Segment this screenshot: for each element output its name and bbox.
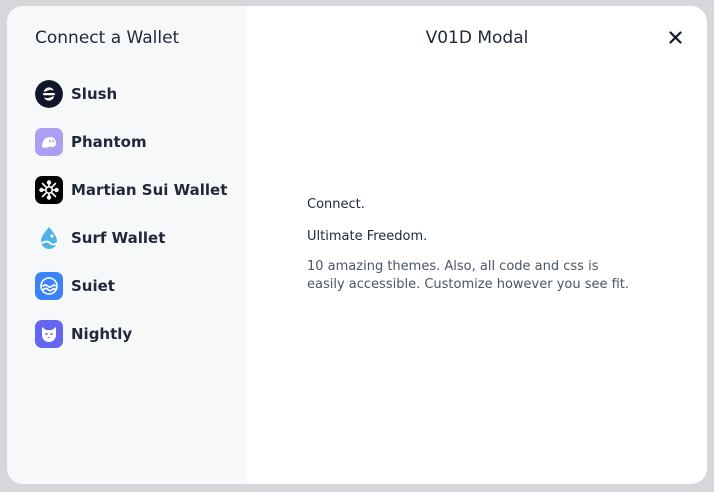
slush-icon	[35, 80, 63, 108]
martian-icon	[35, 176, 63, 204]
modal-title: V01D Modal	[425, 28, 529, 48]
freedom-text: Ultimate Freedom.	[307, 229, 428, 244]
wallet-item-phantom[interactable]: Phantom	[7, 118, 247, 166]
wallet-label: Suiet	[71, 277, 115, 295]
wallet-item-nightly[interactable]: Nightly	[7, 310, 247, 358]
wallet-list: Slush Phantom Martian Sui Wallet Surf Wa…	[7, 70, 247, 358]
wallet-label: Slush	[71, 85, 118, 103]
nightly-icon	[35, 320, 63, 348]
connect-text: Connect.	[307, 197, 365, 212]
wallet-label: Surf Wallet	[71, 229, 166, 247]
modal-main: V01D Modal Connect. Ultimate Freedom. 10…	[247, 6, 707, 484]
wallet-item-slush[interactable]: Slush	[7, 70, 247, 118]
wallet-item-martian[interactable]: Martian Sui Wallet	[7, 166, 247, 214]
surf-icon	[35, 224, 63, 252]
wallet-label: Nightly	[71, 325, 133, 343]
modal-content: Connect. Ultimate Freedom. 10 amazing th…	[307, 196, 637, 294]
close-icon	[668, 30, 682, 44]
wallet-item-surf[interactable]: Surf Wallet	[7, 214, 247, 262]
description-text: 10 amazing themes. Also, all code and cs…	[307, 259, 630, 292]
close-button[interactable]	[663, 25, 687, 49]
wallet-item-suiet[interactable]: Suiet	[7, 262, 247, 310]
wallet-label: Phantom	[71, 133, 147, 151]
sidebar-title: Connect a Wallet	[35, 28, 180, 48]
wallet-modal: Connect a Wallet Slush Phantom Martian S…	[7, 6, 707, 484]
suiet-icon	[35, 272, 63, 300]
wallet-sidebar: Connect a Wallet Slush Phantom Martian S…	[7, 6, 247, 484]
phantom-icon	[35, 128, 63, 156]
wallet-label: Martian Sui Wallet	[71, 181, 228, 199]
